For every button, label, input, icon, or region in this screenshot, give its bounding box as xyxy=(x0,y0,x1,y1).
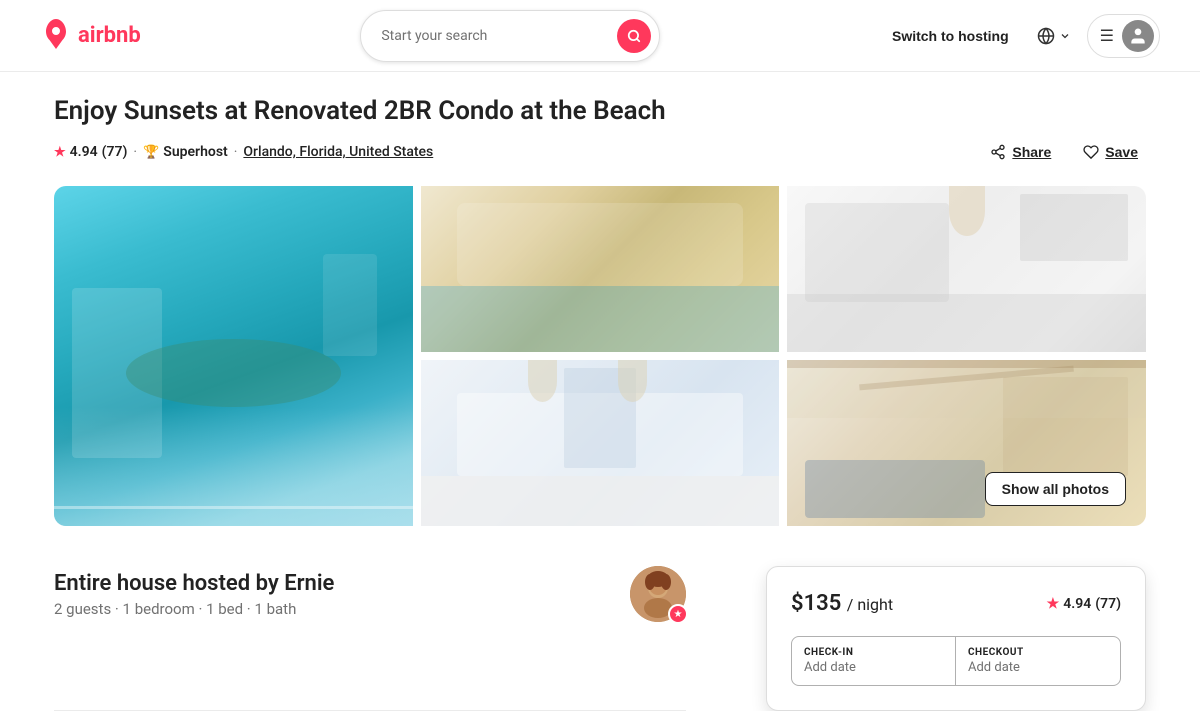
price-row: $135 / night ★ 4.94 (77) xyxy=(791,591,1121,616)
header: airbnb Start your search Switch to hosti… xyxy=(0,0,1200,72)
rating-value: 4.94 xyxy=(70,144,98,160)
price-display: $135 / night xyxy=(791,591,893,616)
show-all-photos-button[interactable]: Show all photos xyxy=(985,472,1126,506)
photo-main[interactable] xyxy=(54,186,413,526)
host-title: Entire house hosted by Ernie xyxy=(54,571,334,596)
hamburger-icon: ☰ xyxy=(1100,26,1114,45)
logo[interactable]: airbnb xyxy=(40,18,141,54)
superhost-icon: 🏆 xyxy=(143,145,159,160)
share-icon xyxy=(990,144,1006,160)
price-night: / night xyxy=(847,595,893,614)
meta-left: ★ 4.94 (77) · 🏆 Superhost · Orlando, Flo… xyxy=(54,144,433,160)
rating: ★ 4.94 (77) xyxy=(54,144,127,160)
dot-separator-2: · xyxy=(234,144,238,160)
checkin-value: Add date xyxy=(804,660,943,675)
host-text: Entire house hosted by Ernie 2 guests · … xyxy=(54,571,334,618)
dot-separator: · xyxy=(133,144,137,160)
meta-row: ★ 4.94 (77) · 🏆 Superhost · Orlando, Flo… xyxy=(54,138,1146,166)
booking-card: $135 / night ★ 4.94 (77) CHECK-IN Add da… xyxy=(766,566,1146,711)
card-rating: ★ 4.94 (77) xyxy=(1047,596,1121,612)
chevron-down-icon xyxy=(1059,30,1071,42)
price-value: $135 xyxy=(791,591,841,616)
star-icon: ★ xyxy=(54,145,66,160)
host-row: Entire house hosted by Ernie 2 guests · … xyxy=(54,566,686,622)
location-link[interactable]: Orlando, Florida, United States xyxy=(243,144,433,160)
card-review-count: (77) xyxy=(1095,596,1121,612)
review-count: (77) xyxy=(102,144,128,160)
switch-hosting-button[interactable]: Switch to hosting xyxy=(880,20,1021,52)
card-rating-value: 4.94 xyxy=(1063,596,1091,612)
host-superhost-badge: ★ xyxy=(668,604,688,624)
checkin-label: CHECK-IN xyxy=(804,647,943,658)
airbnb-logo-icon xyxy=(40,18,72,54)
search-bar[interactable]: Start your search xyxy=(360,10,660,62)
globe-icon xyxy=(1037,27,1055,45)
photo-grid: Show all photos xyxy=(54,186,1146,526)
share-label: Share xyxy=(1012,144,1051,160)
card-star-icon: ★ xyxy=(1047,596,1060,612)
photo-bot-mid[interactable] xyxy=(421,360,780,526)
meta-right: Share Save xyxy=(982,138,1146,166)
main-content: Enjoy Sunsets at Renovated 2BR Condo at … xyxy=(30,72,1170,711)
logo-text: airbnb xyxy=(78,23,141,48)
host-avatar-wrap[interactable]: ★ xyxy=(630,566,686,622)
avatar xyxy=(1122,20,1154,52)
price-amount: $135 / night xyxy=(791,591,893,616)
listing-title: Enjoy Sunsets at Renovated 2BR Condo at … xyxy=(54,96,1146,126)
checkin-cell[interactable]: CHECK-IN Add date xyxy=(792,637,956,685)
photo-top-mid[interactable] xyxy=(421,186,780,352)
checkout-cell[interactable]: CHECKOUT Add date xyxy=(956,637,1120,685)
save-label: Save xyxy=(1105,144,1138,160)
photo-top-right[interactable] xyxy=(787,186,1146,352)
header-right: Switch to hosting ☰ xyxy=(880,14,1160,58)
checkout-label: CHECKOUT xyxy=(968,647,1108,658)
superhost-badge: 🏆 Superhost xyxy=(143,144,228,160)
search-bar-text: Start your search xyxy=(381,28,605,44)
search-button[interactable] xyxy=(617,19,651,53)
superhost-label: Superhost xyxy=(163,144,227,160)
lower-section: Entire house hosted by Ernie 2 guests · … xyxy=(54,566,1146,711)
save-button[interactable]: Save xyxy=(1075,138,1146,166)
language-button[interactable] xyxy=(1029,19,1079,53)
host-meta: 2 guests · 1 bedroom · 1 bed · 1 bath xyxy=(54,600,334,618)
dates-grid: CHECK-IN Add date CHECKOUT Add date xyxy=(791,636,1121,686)
host-info: Entire house hosted by Ernie 2 guests · … xyxy=(54,566,686,711)
checkout-value: Add date xyxy=(968,660,1108,675)
user-menu[interactable]: ☰ xyxy=(1087,14,1160,58)
share-button[interactable]: Share xyxy=(982,138,1059,166)
heart-icon xyxy=(1083,144,1099,160)
